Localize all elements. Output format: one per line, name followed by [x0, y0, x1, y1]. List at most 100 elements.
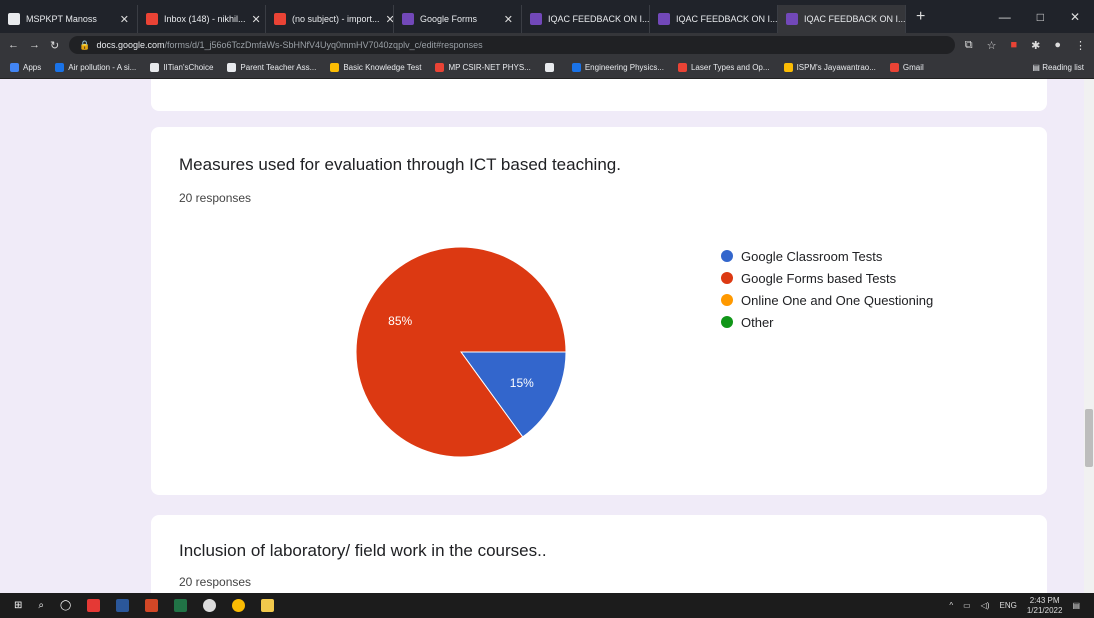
word-icon[interactable]	[116, 599, 130, 612]
legend-swatch	[721, 316, 733, 328]
powerpoint-icon[interactable]	[145, 599, 159, 612]
maximize-icon[interactable]: □	[1037, 10, 1044, 24]
pie-slice-label: 15%	[510, 376, 534, 390]
bookmark-favicon	[150, 63, 160, 72]
legend-swatch	[721, 272, 733, 284]
bookmark-list: Apps Air pollution - A si... IITian'sChoic…	[10, 63, 924, 72]
task-view-icon[interactable]: ◯	[60, 600, 71, 611]
bookmark-item[interactable]: Laser Types and Op...	[677, 63, 770, 72]
close-window-icon[interactable]: ✕	[1070, 10, 1080, 24]
browser-tab[interactable]: MSPKPT Manoss ✕	[0, 5, 138, 33]
form-responses-page: Measures used for evaluation through ICT…	[0, 79, 1094, 593]
bookmark-item[interactable]: MP CSIR-NET PHYS...	[435, 63, 531, 72]
file-explorer-icon[interactable]	[261, 599, 275, 612]
notifications-icon[interactable]: ▤	[1072, 601, 1080, 610]
browser-tab[interactable]: IQAC FEEDBACK ON I...✕	[650, 5, 778, 33]
tab-favicon	[274, 13, 286, 25]
browser-tab[interactable]: IQAC FEEDBACK ON I...✕	[778, 5, 906, 33]
legend-item[interactable]: Other	[721, 311, 933, 333]
bookmark-label: Apps	[23, 63, 42, 72]
close-tab-icon[interactable]: ✕	[252, 13, 261, 26]
excel-icon[interactable]	[174, 599, 188, 612]
language-indicator[interactable]: ENG	[1000, 601, 1017, 610]
bookmark-item[interactable]: ISPM's Jayawantrao...	[783, 63, 876, 72]
bookmark-label: Gmail	[902, 63, 924, 72]
bookmark-item[interactable]: Parent Teacher Ass...	[227, 63, 316, 72]
browser-tab[interactable]: Inbox (148) - nikhil... ✕	[138, 5, 266, 33]
legend-item[interactable]: Google Forms based Tests	[721, 267, 933, 289]
new-tab-icon[interactable]: +	[906, 8, 935, 26]
url-field[interactable]: 🔒 docs.google.com/forms/d/1_j56o6TczDmfa…	[69, 36, 955, 54]
legend-swatch	[721, 294, 733, 306]
tab-favicon	[146, 13, 158, 25]
bookmark-label: Parent Teacher Ass...	[240, 63, 317, 72]
bookmark-item[interactable]: Air pollution - A si...	[55, 63, 136, 72]
back-icon[interactable]: ←	[8, 39, 19, 51]
bookmark-favicon	[677, 63, 687, 72]
windows-start-icon[interactable]: ⊞	[14, 600, 22, 611]
legend-label: Google Forms based Tests	[741, 270, 897, 286]
legend-swatch	[721, 250, 733, 262]
tab-favicon	[658, 13, 670, 25]
share-icon[interactable]: ⧉	[965, 39, 973, 52]
forward-icon[interactable]: →	[29, 39, 40, 51]
bookmark-item[interactable]: Apps	[10, 63, 41, 72]
minimize-icon[interactable]: —	[999, 10, 1011, 24]
page-scrollbar[interactable]	[1084, 79, 1094, 593]
legend-item[interactable]: Online One and One Questioning	[721, 289, 933, 311]
search-icon[interactable]: ⌕	[38, 600, 44, 611]
bookmark-label: Engineering Physics...	[584, 63, 664, 72]
address-bar: ← → ↻ 🔒 docs.google.com/forms/d/1_j56o6T…	[0, 33, 1094, 57]
tab-label: Inbox (148) - nikhil...	[164, 14, 246, 24]
tab-label: MSPKPT Manoss	[26, 14, 97, 24]
tab-label: IQAC FEEDBACK ON I...	[548, 14, 650, 24]
browser-tab[interactable]: Google Forms ✕	[394, 5, 522, 33]
profile-icon[interactable]: ●	[1054, 39, 1061, 51]
clock-time: 2:43 PM	[1029, 595, 1060, 605]
bookmark-item[interactable]: Basic Knowledge Test	[330, 63, 421, 72]
scrollbar-thumb[interactable]	[1085, 409, 1093, 467]
close-tab-icon[interactable]: ✕	[504, 13, 513, 26]
puzzle-icon[interactable]: ✱	[1031, 39, 1040, 52]
tab-favicon	[786, 13, 798, 25]
bookmark-item[interactable]: IITian'sChoice	[150, 63, 213, 72]
bookmark-item[interactable]: Gmail	[889, 63, 924, 72]
settings-icon[interactable]	[203, 599, 217, 612]
reload-icon[interactable]: ↻	[50, 39, 59, 52]
menu-icon[interactable]: ⋮	[1075, 39, 1086, 52]
response-count: 20 responses	[179, 575, 252, 589]
windows-taskbar: ⊞ ⌕ ◯ ^ ▭ ◁) ENG 2:43 PM 1/21/2022 ▤	[0, 593, 1094, 618]
bookmark-label: Basic Knowledge Test	[343, 63, 422, 72]
lock-icon: 🔒	[79, 39, 91, 50]
bookmark-favicon	[571, 63, 581, 72]
bookmark-item[interactable]	[544, 63, 558, 72]
battery-icon[interactable]: ▭	[963, 601, 971, 610]
chrome-icon[interactable]	[232, 599, 246, 612]
browser-tab[interactable]: (no subject) - import... ✕	[266, 5, 394, 33]
legend-item[interactable]: Google Classroom Tests	[721, 245, 933, 267]
legend-label: Other	[741, 314, 774, 330]
reading-list-button[interactable]: ▤ Reading list	[1032, 63, 1084, 72]
tab-label: IQAC FEEDBACK ON I...	[804, 14, 906, 24]
question-card-laboratory: Inclusion of laboratory/ field work in t…	[151, 515, 1047, 593]
tab-strip: MSPKPT Manoss ✕ Inbox (148) - nikhil... ✕ (n…	[0, 5, 906, 33]
app-icon[interactable]	[87, 599, 101, 612]
bookmark-item[interactable]: Engineering Physics...	[571, 63, 664, 72]
close-tab-icon[interactable]: ✕	[120, 13, 129, 26]
bookmark-favicon	[889, 63, 899, 72]
volume-icon[interactable]: ◁)	[981, 601, 990, 610]
bookmark-favicon	[435, 63, 445, 72]
browser-tab[interactable]: IQAC FEEDBACK ON I...✕	[522, 5, 650, 33]
window-controls: — □ ✕	[999, 10, 1094, 24]
bookmark-star-icon[interactable]: ☆	[987, 39, 997, 52]
extension-icon[interactable]: ■	[1010, 39, 1017, 51]
bookmark-label: ISPM's Jayawantrao...	[796, 63, 876, 72]
clock[interactable]: 2:43 PM 1/21/2022	[1027, 596, 1063, 616]
bookmark-label: Air pollution - A si...	[68, 63, 137, 72]
question-title: Inclusion of laboratory/ field work in t…	[179, 541, 547, 560]
bookmark-label: IITian'sChoice	[163, 63, 214, 72]
bookmark-label: MP CSIR-NET PHYS...	[448, 63, 531, 72]
close-tab-icon[interactable]: ✕	[386, 13, 393, 26]
bookmark-favicon	[227, 63, 237, 72]
tray-chevron-icon[interactable]: ^	[949, 601, 953, 610]
